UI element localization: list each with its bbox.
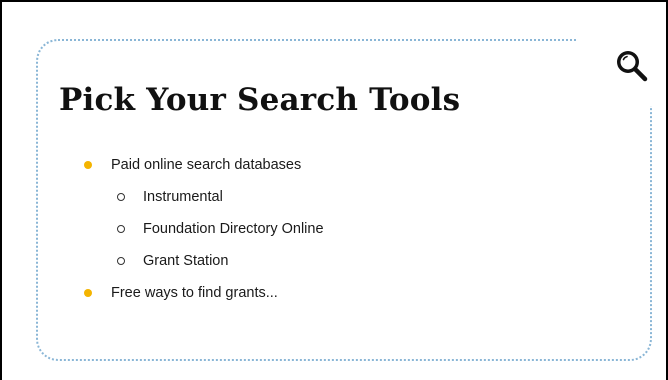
sub-bullet-item: Instrumental [82, 186, 324, 218]
sub-bullet-ring [117, 225, 125, 233]
bullet-dot [84, 289, 92, 297]
sub-bullet-ring [117, 257, 125, 265]
bullet-dot [84, 161, 92, 169]
sub-bullet-text: Instrumental [143, 189, 223, 205]
sub-bullet-text: Foundation Directory Online [143, 221, 324, 237]
sub-bullet-text: Grant Station [143, 253, 229, 269]
slide-title: Pick Your Search Tools [59, 82, 461, 118]
search-icon [617, 51, 648, 82]
bullet-item: Paid online search databases [82, 154, 324, 186]
bullet-list: Paid online search databases Instrumenta… [82, 154, 324, 314]
sub-bullet-item: Foundation Directory Online [82, 218, 324, 250]
sub-bullet-ring [117, 193, 125, 201]
sub-bullet-item: Grant Station [82, 250, 324, 282]
bullet-text: Paid online search databases [111, 157, 302, 173]
bullet-text: Free ways to find grants... [111, 285, 278, 301]
slide: Pick Your Search Tools Paid online searc… [0, 0, 668, 380]
bullet-item: Free ways to find grants... [82, 282, 324, 314]
